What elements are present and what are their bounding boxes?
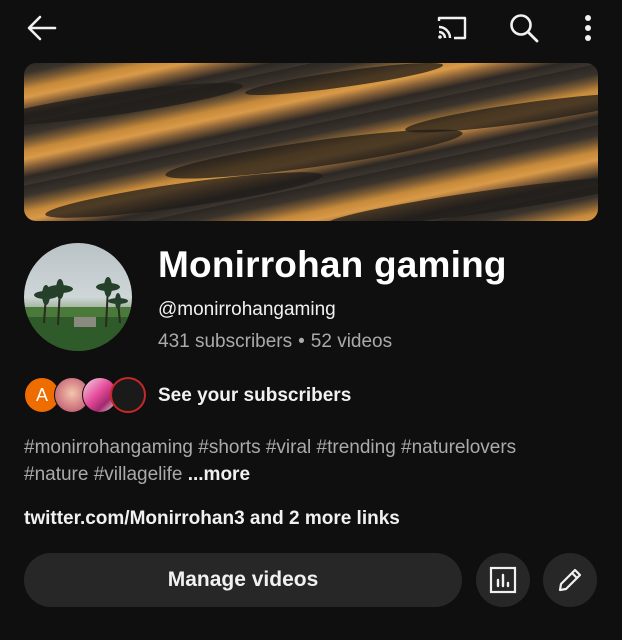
description-text: #monirrohangaming #shorts #viral #trendi… bbox=[24, 437, 517, 485]
manage-videos-label: Manage videos bbox=[167, 568, 319, 591]
search-button[interactable] bbox=[502, 6, 546, 50]
see-subscribers-label: See your subscribers bbox=[158, 385, 352, 406]
channel-description[interactable]: #monirrohangaming #shorts #viral #trendi… bbox=[24, 434, 584, 488]
cast-button[interactable] bbox=[428, 8, 476, 48]
search-icon bbox=[510, 14, 539, 43]
arrow-left-icon bbox=[27, 15, 57, 41]
channel-links[interactable]: twitter.com/Monirrohan3 and 2 more links bbox=[24, 508, 400, 530]
subscriber-avatars: A bbox=[24, 377, 146, 415]
palm-trees-image bbox=[24, 277, 132, 351]
edit-icon bbox=[558, 568, 582, 592]
cast-icon bbox=[437, 16, 467, 40]
more-link[interactable]: ...more bbox=[188, 464, 250, 485]
analytics-icon bbox=[489, 566, 517, 594]
video-count: 52 videos bbox=[310, 331, 393, 352]
channel-handle: @monirrohangaming bbox=[158, 299, 336, 320]
channel-name: Monirrohan gaming bbox=[158, 244, 507, 285]
separator-dot: • bbox=[298, 331, 305, 352]
subscriber-avatar bbox=[110, 377, 146, 413]
avatar-letter: A bbox=[35, 384, 48, 405]
analytics-button[interactable] bbox=[476, 553, 530, 607]
channel-banner bbox=[24, 63, 598, 221]
top-app-bar bbox=[0, 0, 622, 56]
see-subscribers-row[interactable]: A See your subscribers bbox=[24, 377, 444, 415]
back-button[interactable] bbox=[20, 8, 64, 48]
channel-avatar[interactable] bbox=[24, 243, 132, 351]
channel-stats: 431 subscribers • 52 videos bbox=[158, 331, 392, 353]
more-vert-icon bbox=[585, 15, 591, 41]
more-options-button[interactable] bbox=[566, 6, 610, 50]
subscriber-count: 431 subscribers bbox=[158, 331, 293, 352]
edit-button[interactable] bbox=[543, 553, 597, 607]
manage-videos-button[interactable]: Manage videos bbox=[24, 553, 462, 607]
